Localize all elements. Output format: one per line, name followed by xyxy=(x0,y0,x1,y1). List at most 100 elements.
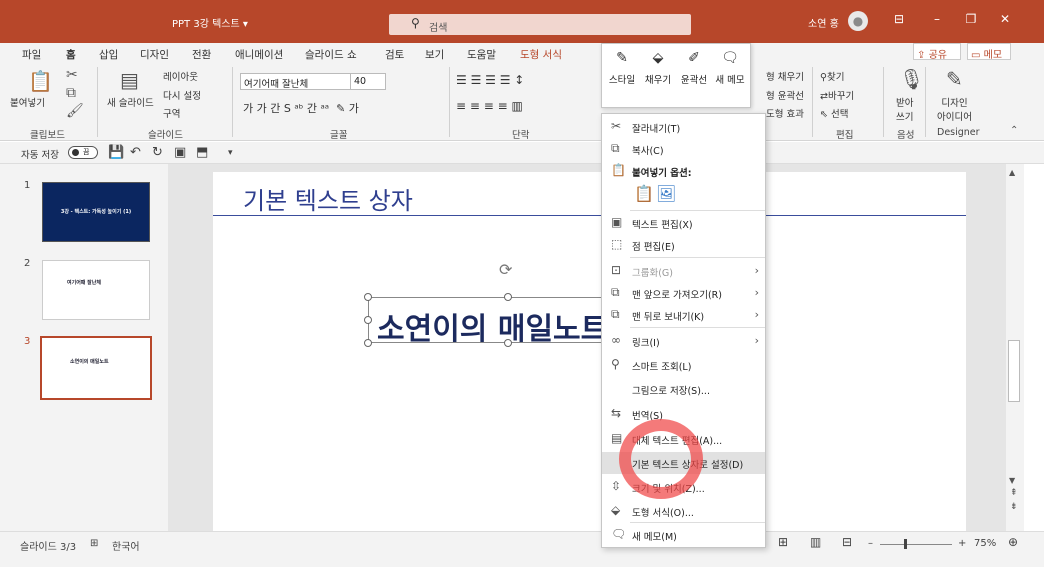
menu-label: 점 편집(E) xyxy=(632,242,675,253)
paste-picture-icon[interactable]: 🖼 xyxy=(656,184,676,203)
slide-thumbnail-2[interactable]: 여기어때 잘난체 xyxy=(42,260,150,320)
menu-item-link[interactable]: ∞ 링크(I) › xyxy=(602,330,765,352)
menu-item-edit-points[interactable]: ⬚ 점 편집(E) xyxy=(602,234,765,256)
resize-handle[interactable] xyxy=(364,339,372,347)
document-title[interactable]: PPT 3강 텍스트 ▾ xyxy=(172,15,248,30)
close-icon[interactable]: ✕ xyxy=(996,12,1014,26)
sorter-view-icon[interactable]: ▥ xyxy=(810,535,821,549)
resize-handle[interactable] xyxy=(364,316,372,324)
customize-qat-icon[interactable]: ▾ xyxy=(228,148,233,158)
scroll-thumb[interactable] xyxy=(1008,340,1020,402)
share-button[interactable]: ⇪ 공유 xyxy=(913,43,961,61)
zoom-level[interactable]: 75% xyxy=(974,538,996,549)
format-painter-icon[interactable]: 🖌 xyxy=(66,103,84,119)
section-button[interactable]: 구역 xyxy=(163,106,180,120)
fit-window-icon[interactable]: ⊕ xyxy=(1008,535,1018,549)
save-icon[interactable]: 💾 xyxy=(108,145,124,160)
tab-transitions[interactable]: 전환 xyxy=(192,47,211,62)
present-icon[interactable]: ▣ xyxy=(174,145,186,160)
menu-item-translate[interactable]: ⇆ 번역(S) xyxy=(602,403,765,425)
shapes-icon[interactable]: ⬒ xyxy=(196,145,208,160)
collapse-ribbon-icon[interactable]: ⌃ xyxy=(1010,125,1018,136)
user-name[interactable]: 소연 홍 xyxy=(808,15,839,30)
new-slide-button[interactable]: 새 슬라이드 xyxy=(107,95,154,109)
outline-button[interactable]: ✐ 윤곽선 xyxy=(676,48,712,103)
ribbon-display-icon[interactable]: ⊟ xyxy=(890,12,908,26)
cut-icon[interactable]: ✂ xyxy=(66,67,78,83)
list-buttons[interactable]: ☰ ☰ ☰ ☰ ↕ xyxy=(456,73,524,87)
menu-item-copy[interactable]: ⧉ 복사(C) xyxy=(602,138,765,160)
edit-text-icon: ▣ xyxy=(611,215,623,229)
tab-help[interactable]: 도움말 xyxy=(467,47,496,62)
scroll-down-icon[interactable]: ▼ xyxy=(1009,476,1015,485)
tab-shape-format[interactable]: 도형 서식 xyxy=(520,47,562,62)
autosave-toggle[interactable]: 끔 xyxy=(68,146,98,159)
menu-item-cut[interactable]: ✂ 잘라내기(T) xyxy=(602,116,765,138)
menu-item-smart-lookup[interactable]: ⚲ 스마트 조회(L) xyxy=(602,354,765,376)
tab-slideshow[interactable]: 슬라이드 쇼 xyxy=(305,47,357,62)
paste-keep-format-icon[interactable]: 📋 xyxy=(634,184,654,203)
tab-design[interactable]: 디자인 xyxy=(140,47,169,62)
tab-review[interactable]: 검토 xyxy=(385,47,404,62)
maximize-icon[interactable]: ❐ xyxy=(962,12,980,26)
tab-view[interactable]: 보기 xyxy=(425,47,444,62)
zoom-in-icon[interactable]: + xyxy=(958,538,966,549)
undo-icon[interactable]: ↶ xyxy=(130,145,141,160)
menu-item-edit-text[interactable]: ▣ 텍스트 편집(X) xyxy=(602,212,765,234)
zoom-slider-thumb[interactable] xyxy=(904,539,907,549)
slide-canvas[interactable]: 기본 텍스트 상자 소연이의 매일노트 ⟳ xyxy=(213,172,966,552)
new-comment-button[interactable]: 🗨 새 메모 xyxy=(712,48,748,103)
shape-effects-button[interactable]: 도형 효과 xyxy=(766,106,804,120)
shape-outline-button[interactable]: 형 윤곽선 xyxy=(766,88,804,102)
notes-icon[interactable]: ⊞ xyxy=(90,538,98,549)
fill-button[interactable]: ⬙ 채우기 xyxy=(640,48,676,103)
copy-icon[interactable]: ⧉ xyxy=(66,85,76,101)
resize-handle[interactable] xyxy=(504,339,512,347)
selected-textbox[interactable]: 소연이의 매일노트 xyxy=(368,297,608,347)
find-button[interactable]: ⚲찾기 xyxy=(820,69,844,83)
menu-item-format-shape[interactable]: ⬙ 도형 서식(O)... xyxy=(602,500,765,522)
redo-icon[interactable]: ↻ xyxy=(152,145,163,160)
zoom-out-icon[interactable]: – xyxy=(868,538,873,549)
font-format-buttons[interactable]: 가 가 간 S ᵃᵇ 간 ᵃᵃ ✎ 가 xyxy=(243,100,359,116)
resize-handle[interactable] xyxy=(504,293,512,301)
shape-fill-button[interactable]: 형 채우기 xyxy=(766,69,804,83)
menu-item-bring-front[interactable]: ⧉ 맨 앞으로 가져오기(R) › xyxy=(602,282,765,304)
layout-button[interactable]: 레이아웃 xyxy=(163,69,198,83)
tab-insert[interactable]: 삽입 xyxy=(99,47,118,62)
resize-handle[interactable] xyxy=(364,293,372,301)
normal-view-icon[interactable]: ⊞ xyxy=(778,535,788,549)
zoom-slider[interactable] xyxy=(880,544,952,545)
slide-thumbnail-1[interactable]: 3강 - 텍스트: 가독성 높이기 (1) xyxy=(42,182,150,242)
tab-animations[interactable]: 애니메이션 xyxy=(235,47,283,62)
language-label[interactable]: 한국어 xyxy=(112,538,140,553)
avatar[interactable]: ● xyxy=(848,11,868,31)
font-size-select[interactable]: 40 xyxy=(350,73,386,90)
select-button[interactable]: ⇖ 선택 xyxy=(820,106,848,120)
rotate-handle-icon[interactable]: ⟳ xyxy=(499,260,512,279)
paste-button[interactable]: 붙여넣기 xyxy=(10,95,45,109)
designer-button[interactable]: 디자인 아이디어 xyxy=(937,95,972,123)
slide-title[interactable]: 기본 텍스트 상자 xyxy=(243,181,413,216)
font-name-select[interactable]: 여기어때 잘난체 xyxy=(240,73,353,90)
style-button[interactable]: ✎ 스타일 xyxy=(604,48,640,103)
align-buttons[interactable]: ≡ ≡ ≡ ≡ ▥ xyxy=(456,99,523,113)
search-box[interactable]: ⚲ 검색 xyxy=(389,14,691,35)
menu-item-new-comment[interactable]: 🗨 새 메모(M) xyxy=(602,524,765,546)
reset-button[interactable]: 다시 설정 xyxy=(163,88,201,102)
next-slide-icon[interactable]: ⇟ xyxy=(1010,502,1018,512)
vertical-scrollbar[interactable]: ▲ ▼ ⇞ ⇟ xyxy=(1006,164,1024,531)
textbox-text[interactable]: 소연이의 매일노트 xyxy=(377,304,608,348)
menu-item-send-back[interactable]: ⧉ 맨 뒤로 보내기(K) › xyxy=(602,304,765,326)
prev-slide-icon[interactable]: ⇞ xyxy=(1010,488,1018,498)
menu-item-save-as-picture[interactable]: 그림으로 저장(S)... xyxy=(602,378,765,400)
highlight-circle xyxy=(619,419,703,499)
comments-button[interactable]: ▭ 메모 xyxy=(967,43,1011,61)
reading-view-icon[interactable]: ⊟ xyxy=(842,535,852,549)
minimize-icon[interactable]: – xyxy=(928,12,946,26)
dictate-button[interactable]: 받아 쓰기 xyxy=(896,95,913,123)
tab-file[interactable]: 파일 xyxy=(22,47,41,62)
slide-thumbnail-3[interactable]: 소연이의 매일노트 xyxy=(40,336,152,400)
scroll-up-icon[interactable]: ▲ xyxy=(1009,168,1015,177)
replace-button[interactable]: ⇄바꾸기 xyxy=(820,88,854,102)
